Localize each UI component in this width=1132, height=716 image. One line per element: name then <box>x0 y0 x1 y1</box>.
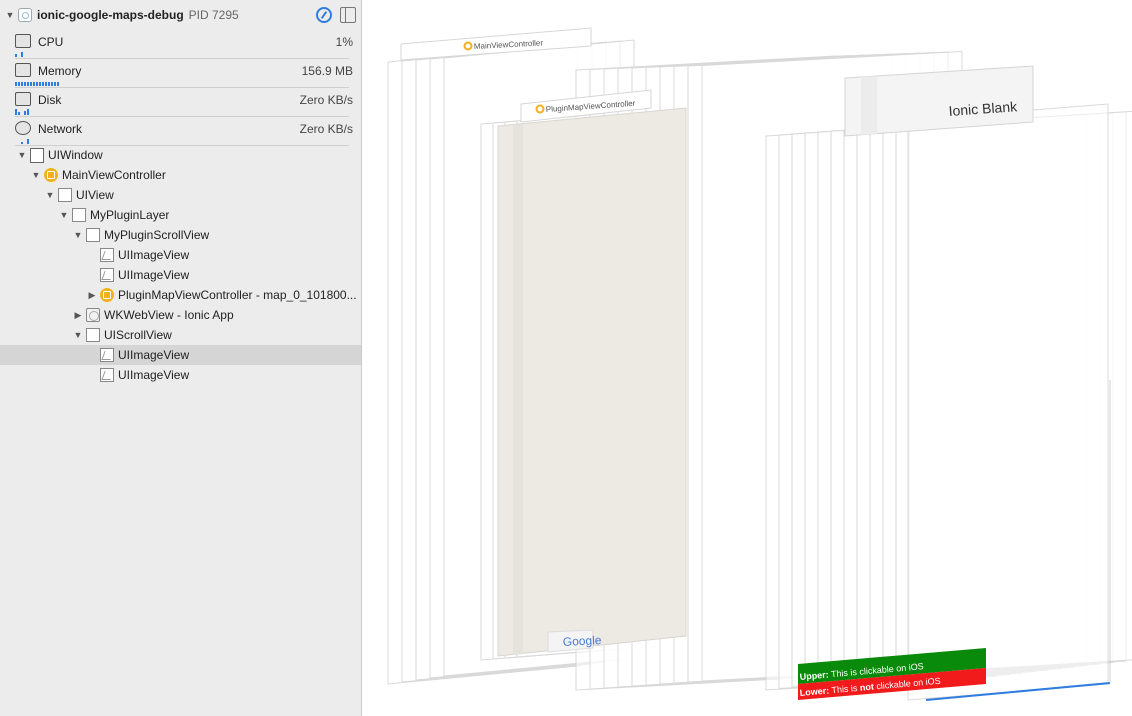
debug-navigator-sidebar: ▼ ionic-google-maps-debug PID 7295 CPU 1… <box>0 0 362 716</box>
tree-row-label: MainViewController <box>62 168 166 182</box>
gauge-label: CPU <box>38 35 64 49</box>
cpu-icon <box>15 34 31 48</box>
tree-row[interactable]: ▶ WKWebView - Ionic App <box>0 305 361 325</box>
disclosure-open-icon[interactable]: ▼ <box>44 190 56 200</box>
image-view-icon <box>100 248 114 262</box>
map-view-plane[interactable] <box>497 107 687 657</box>
view-controller-icon <box>100 288 114 302</box>
tree-row[interactable]: ▼ UIWindow <box>0 145 361 165</box>
tree-row[interactable]: ▼ MainViewController <box>0 165 361 185</box>
tree-row[interactable]: ▼ MyPluginLayer <box>0 205 361 225</box>
network-activity-bars <box>15 137 29 144</box>
image-view-icon <box>100 268 114 282</box>
tree-row[interactable]: ▶UIImageView <box>0 245 361 265</box>
tree-row-label: UIImageView <box>118 248 190 262</box>
process-header[interactable]: ▼ ionic-google-maps-debug PID 7295 <box>0 0 361 30</box>
view-icon <box>58 188 72 202</box>
gauge-value: 156.9 MB <box>301 64 353 78</box>
gauge-label: Memory <box>38 64 82 78</box>
tree-row-label: MyPluginLayer <box>90 208 170 222</box>
gauge-cpu[interactable]: CPU 1% <box>0 30 361 59</box>
view-hierarchy-tree: ▼ UIWindow ▼ MainViewController ▼ UIView ▼ MyPl… <box>0 145 361 385</box>
window-icon <box>30 147 44 163</box>
tree-row-label: PluginMapViewController - map_0_101800..… <box>118 288 357 302</box>
exploded-view-scene[interactable]: MainViewController PluginMapViewControll… <box>363 0 1132 716</box>
tree-row[interactable]: ▼ MyPluginScrollView <box>0 225 361 245</box>
gauge-label: Disk <box>38 93 62 107</box>
cpu-activity-bars <box>15 50 23 57</box>
tree-row[interactable]: ▶UIImageView <box>0 345 361 365</box>
image-view-icon <box>100 368 114 382</box>
gauge-value: Zero KB/s <box>299 122 353 136</box>
tree-row[interactable]: ▼ UIView <box>0 185 361 205</box>
tree-row-label: MyPluginScrollView <box>104 228 210 242</box>
google-logo-text: Google <box>562 633 602 649</box>
process-name: ionic-google-maps-debug <box>37 8 184 22</box>
gauge-value: Zero KB/s <box>299 93 353 107</box>
disclosure-open-icon[interactable]: ▼ <box>72 330 84 340</box>
gauge-memory[interactable]: Memory 156.9 MB <box>0 59 361 88</box>
view-controller-icon <box>44 168 58 182</box>
disclosure-open-icon[interactable]: ▼ <box>72 230 84 240</box>
disclosure-closed-icon[interactable]: ▶ <box>72 310 84 321</box>
disclosure-open-icon[interactable]: ▼ <box>58 210 70 220</box>
process-icon <box>18 8 32 22</box>
image-view-layer-plane <box>907 103 1109 701</box>
tree-row-label: UIView <box>76 188 114 202</box>
disclosure-closed-icon[interactable]: ▶ <box>86 290 98 301</box>
gauge-network[interactable]: Network Zero KB/s <box>0 117 361 146</box>
tree-row-label: UIImageView <box>118 268 190 282</box>
tree-row-label: UIScrollView <box>104 328 172 342</box>
gauge-value: 1% <box>335 35 353 49</box>
disclosure-open-icon[interactable]: ▼ <box>30 170 42 180</box>
memory-icon <box>15 63 31 77</box>
gauge-disk[interactable]: Disk Zero KB/s <box>0 88 361 117</box>
split-view-icon[interactable] <box>340 7 356 23</box>
memory-activity-bars <box>15 79 59 86</box>
disclosure-open-icon[interactable]: ▼ <box>16 150 28 160</box>
map-tile-column <box>513 124 523 655</box>
process-pid: PID 7295 <box>188 8 239 22</box>
tree-row-label: UIWindow <box>48 148 103 162</box>
network-icon <box>15 121 31 135</box>
navigate-icon[interactable] <box>316 7 332 23</box>
disk-icon <box>15 92 31 106</box>
tree-row-label: WKWebView - Ionic App <box>104 308 234 322</box>
view-icon <box>86 328 100 342</box>
disclosure-triangle-icon[interactable]: ▼ <box>4 10 16 20</box>
tree-row-label: UIImageView <box>118 368 190 382</box>
tree-row[interactable]: ▶UIImageView <box>0 365 361 385</box>
view-icon <box>72 208 86 222</box>
disk-activity-bars <box>15 108 29 115</box>
tree-row-label: UIImageView <box>118 348 190 362</box>
image-view-icon <box>100 348 114 362</box>
gauge-label: Network <box>38 122 83 136</box>
tree-row[interactable]: ▼ UIScrollView <box>0 325 361 345</box>
view-icon <box>86 228 100 242</box>
tree-row[interactable]: ▶UIImageView <box>0 265 361 285</box>
tree-row[interactable]: ▶ PluginMapViewController - map_0_101800.… <box>0 285 361 305</box>
web-view-icon <box>86 308 100 322</box>
view-hierarchy-3d-canvas[interactable]: MainViewController PluginMapViewControll… <box>363 0 1132 716</box>
